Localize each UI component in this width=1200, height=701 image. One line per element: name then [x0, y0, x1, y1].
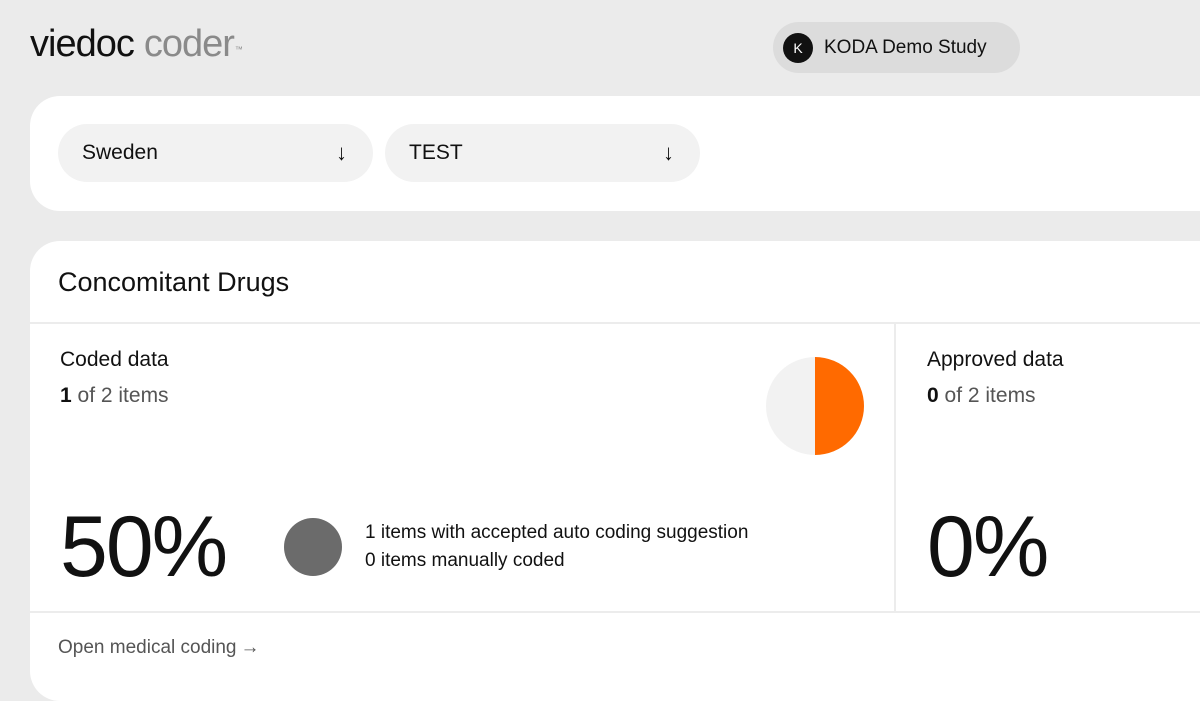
country-select[interactable]: Sweden ↓ — [58, 124, 373, 182]
coded-count: 1 of 2 items — [60, 384, 169, 408]
divider — [30, 322, 1200, 324]
auto-coded-detail: 1 items with accepted auto coding sugges… — [365, 522, 749, 543]
study-selector-button[interactable]: K KODA Demo Study — [773, 22, 1020, 73]
pie-slice-coded — [815, 357, 864, 455]
filter-bar: Sweden ↓ TEST ↓ — [30, 96, 1200, 211]
approved-count-suffix: of 2 items — [938, 384, 1036, 407]
arrow-down-icon: ↓ — [336, 140, 347, 165]
coded-count-value: 1 — [60, 384, 72, 407]
viedoc-coder-logo: viedoc coder™ — [30, 22, 243, 66]
approved-count: 0 of 2 items — [927, 384, 1036, 408]
study-name: KODA Demo Study — [824, 36, 987, 58]
manual-coded-detail: 0 items manually coded — [365, 550, 565, 571]
approved-data-label: Approved data — [927, 348, 1064, 371]
auto-coding-legend-dot — [284, 518, 342, 576]
site-select-value: TEST — [409, 141, 463, 164]
logo-product: coder — [143, 23, 235, 65]
approved-percent: 0% — [927, 499, 1049, 595]
arrow-down-icon: ↓ — [663, 140, 674, 165]
arrow-right-icon: → — [240, 637, 260, 658]
divider — [894, 322, 896, 612]
divider — [30, 611, 1200, 613]
study-avatar: K — [783, 32, 813, 63]
country-select-value: Sweden — [82, 141, 158, 164]
approved-count-value: 0 — [927, 384, 939, 407]
coded-percent: 50% — [60, 499, 228, 595]
logo-brand: viedoc — [30, 23, 135, 65]
open-medical-coding-label: Open medical coding — [58, 637, 237, 658]
dictionary-card: Concomitant Drugs Coded data 1 of 2 item… — [30, 241, 1200, 701]
open-medical-coding-link[interactable]: Open medical coding → — [58, 637, 260, 659]
coded-count-suffix: of 2 items — [71, 384, 169, 407]
site-select[interactable]: TEST ↓ — [385, 124, 700, 182]
logo-trademark: ™ — [234, 45, 243, 54]
coded-progress-pie — [766, 357, 864, 455]
coded-data-label: Coded data — [60, 348, 169, 371]
dictionary-title: Concomitant Drugs — [58, 267, 290, 297]
